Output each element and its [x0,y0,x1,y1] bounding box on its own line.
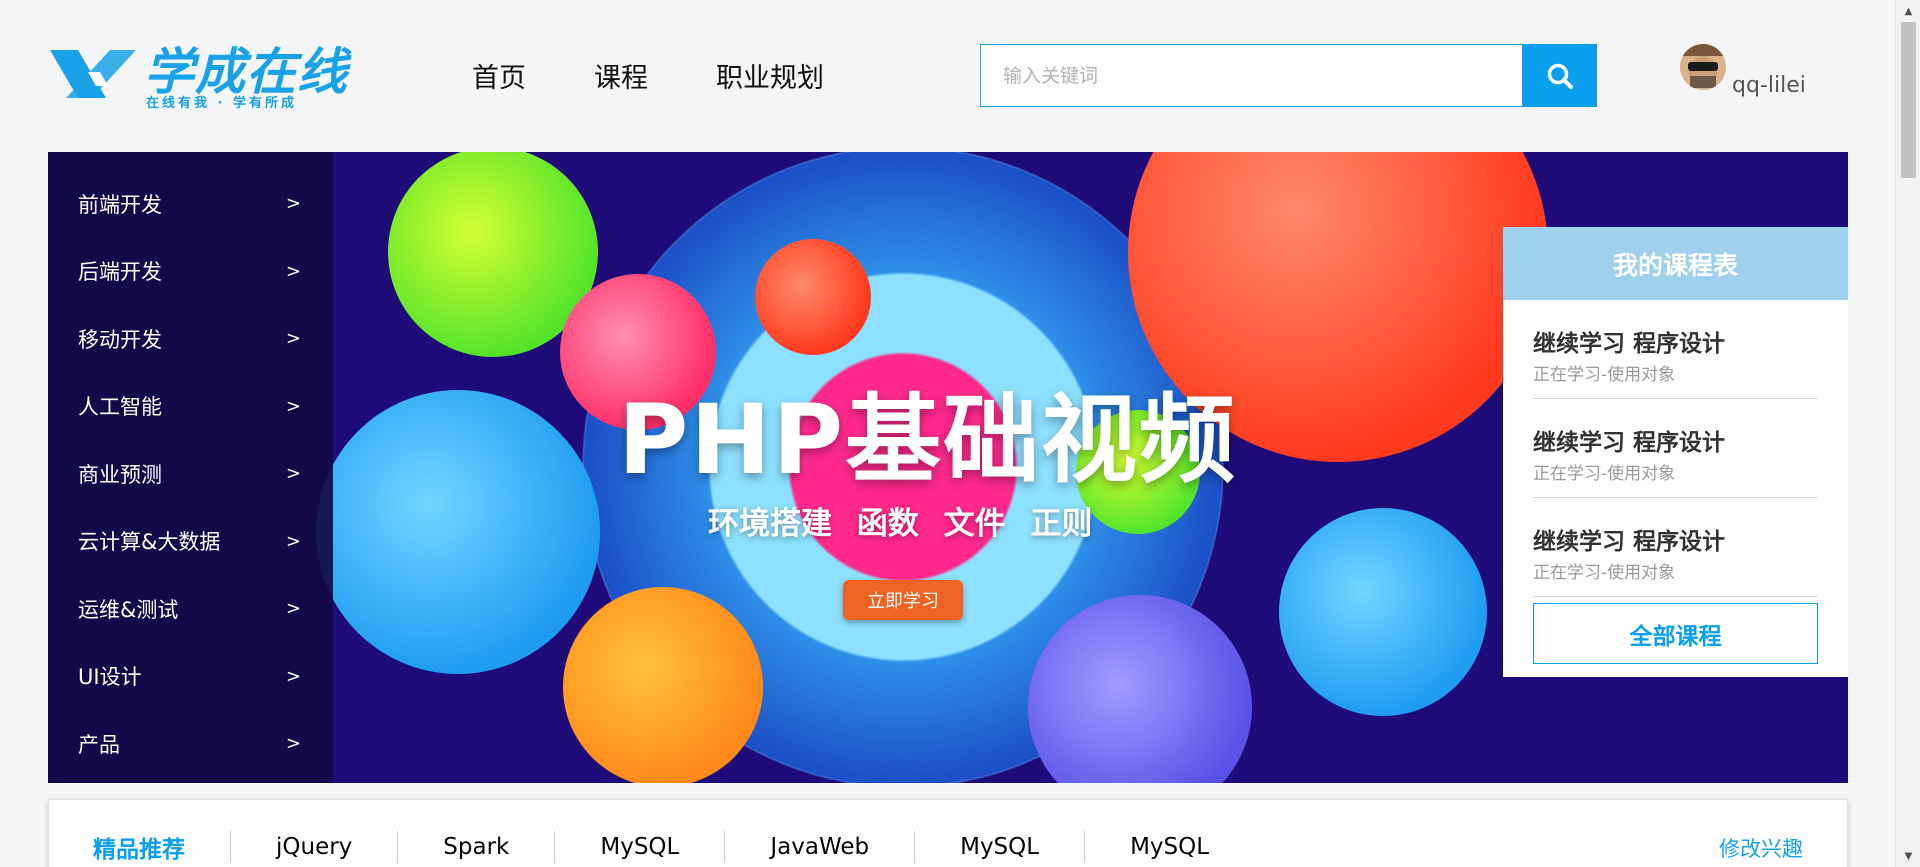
course-item-subtitle: 正在学习-使用对象 [1533,365,1676,385]
nav-courses[interactable]: 课程 [594,56,648,95]
category-label: 运维&测试 [78,597,179,622]
chevron-right-icon: > [285,395,301,417]
category-label: 商业预测 [78,462,162,487]
recommend-tab[interactable]: Spark [443,834,509,860]
chevron-right-icon: > [285,598,301,620]
category-label: 移动开发 [78,327,162,352]
category-label: 云计算&大数据 [78,530,221,555]
scroll-up-icon[interactable]: ▲ [1896,0,1920,22]
chevron-right-icon: > [285,328,301,350]
all-courses-button[interactable]: 全部课程 [1533,603,1818,664]
course-item-title: 继续学习 程序设计 [1533,331,1726,357]
avatar-image [1680,44,1726,90]
chevron-right-icon: > [285,733,301,755]
recommend-tab[interactable]: MySQL [1130,834,1209,860]
recommend-tab[interactable]: jQuery [276,834,352,860]
course-panel-title: 我的课程表 [1503,227,1848,300]
chevron-right-icon: > [285,463,301,485]
banner-title: PHP基础视频 [618,384,1238,496]
category-item[interactable]: 移动开发 > [48,305,333,373]
category-item[interactable]: UI设计 > [48,643,333,711]
divider [230,831,231,863]
category-item[interactable]: 运维&测试 > [48,575,333,643]
nav-career[interactable]: 职业规划 [716,56,824,95]
course-panel-item[interactable]: 继续学习 程序设计 正在学习-使用对象 [1533,498,1818,597]
divider [397,831,399,863]
search-input[interactable] [980,44,1523,107]
category-item[interactable]: 前端开发 > [48,170,333,238]
course-panel-item[interactable]: 继续学习 程序设计 正在学习-使用对象 [1533,300,1818,399]
recommend-tabs: 精品推荐 jQuery Spark MySQL JavaWeb MySQL My… [93,830,1209,864]
course-item-subtitle: 正在学习-使用对象 [1533,563,1676,583]
username[interactable]: qq-lilei [1732,73,1806,98]
chevron-right-icon: > [285,665,301,687]
search-button[interactable] [1523,44,1597,107]
category-label: 后端开发 [78,260,162,285]
divider [554,831,556,863]
divider [724,831,726,863]
category-menu: 前端开发 > 后端开发 > 移动开发 > 人工智能 > 商业预测 > 云计算&大数据 > 运… [48,152,333,783]
nav-home[interactable]: 首页 [472,56,526,95]
recommend-tab[interactable]: MySQL [960,834,1039,860]
start-learning-button[interactable]: 立即学习 [843,580,963,620]
header: 学成在线 在线有我 · 学有所成 首页 课程 职业规划 qq-lilei [0,0,1895,152]
logo-tagline: 在线有我 · 学有所成 [146,96,297,111]
category-item[interactable]: 商业预测 > [48,440,333,508]
user-profile[interactable]: qq-lilei [1680,44,1806,98]
main-nav: 首页 课程 职业规划 [472,56,892,95]
logo[interactable]: 学成在线 在线有我 · 学有所成 [48,42,347,111]
chevron-right-icon: > [285,193,301,215]
course-panel-item[interactable]: 继续学习 程序设计 正在学习-使用对象 [1533,399,1818,498]
banner-subtitle: 环境搭建 函数 文件 正则 [708,506,1093,542]
category-item[interactable]: 人工智能 > [48,373,333,441]
course-item-title: 继续学习 程序设计 [1533,529,1726,555]
category-item[interactable]: 产品 > [48,710,333,778]
category-item[interactable]: 云计算&大数据 > [48,508,333,576]
scroll-thumb[interactable] [1901,22,1916,178]
recommend-tab[interactable]: JavaWeb [770,834,869,860]
my-course-panel: 我的课程表 继续学习 程序设计 正在学习-使用对象 继续学习 程序设计 正在学习… [1503,227,1848,677]
recommend-tab-featured[interactable]: 精品推荐 [93,830,185,864]
recommend-bar: 精品推荐 jQuery Spark MySQL JavaWeb MySQL My… [48,799,1848,867]
search-box [980,44,1597,107]
hero-banner[interactable]: 前端开发 > 后端开发 > 移动开发 > 人工智能 > 商业预测 > 云计算&大数据 > 运… [48,152,1848,783]
category-item[interactable]: 后端开发 > [48,238,333,306]
divider [1084,831,1086,863]
logo-mark-icon [50,50,136,98]
chevron-right-icon: > [285,530,301,552]
category-label: UI设计 [78,665,142,690]
course-item-title: 继续学习 程序设计 [1533,430,1726,456]
edit-interests-link[interactable]: 修改兴趣 [1719,833,1803,863]
recommend-tab[interactable]: MySQL [600,834,679,860]
chevron-right-icon: > [285,260,301,282]
page-scrollbar[interactable]: ▲ ▼ [1895,0,1920,867]
divider [914,831,916,863]
search-icon [1547,63,1573,89]
avatar[interactable] [1680,44,1726,90]
category-label: 产品 [78,732,120,757]
category-label: 前端开发 [78,192,162,217]
course-item-subtitle: 正在学习-使用对象 [1533,464,1676,484]
scroll-down-icon[interactable]: ▼ [1896,845,1920,867]
category-label: 人工智能 [78,395,162,420]
